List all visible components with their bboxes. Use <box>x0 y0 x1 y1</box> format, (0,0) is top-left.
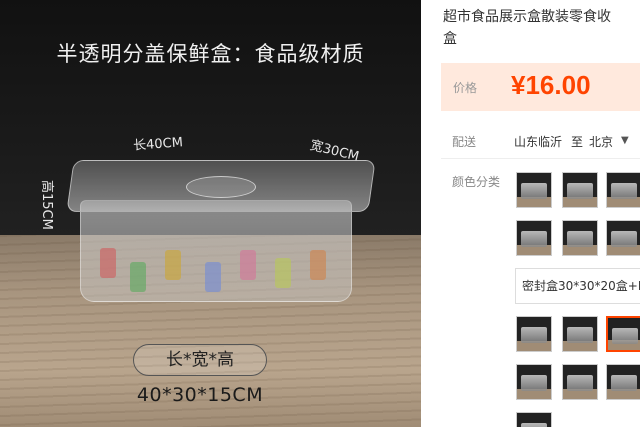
color-swatch[interactable] <box>516 316 552 352</box>
product-main-image[interactable]: 半透明分盖保鲜盒：食品级材质 长40CM 宽30CM 高15CM 长*宽*高 4… <box>0 0 421 427</box>
product-info-panel: 超市食品展示盒散装零食收 盒 价格 ¥16.00 配送 山东临沂 至 北京 ▼ … <box>421 0 640 427</box>
color-swatch-selected[interactable] <box>606 316 640 352</box>
product-title: 超市食品展示盒散装零食收 <box>443 9 611 25</box>
candy-item <box>310 250 326 280</box>
divider <box>441 158 640 159</box>
color-swatch[interactable] <box>516 412 552 427</box>
candy-item <box>205 262 221 292</box>
dimension-height-label: 高15CM <box>39 180 54 230</box>
color-swatch[interactable] <box>606 172 640 208</box>
candy-item <box>240 250 256 280</box>
lid-handle <box>186 176 256 198</box>
candy-item <box>275 258 291 288</box>
color-swatch[interactable] <box>562 172 598 208</box>
shipping-label: 配送 <box>452 135 477 149</box>
price-label: 价格 <box>453 81 478 95</box>
candy-item <box>130 262 146 292</box>
color-swatch[interactable] <box>516 172 552 208</box>
price-box: 价格 ¥16.00 <box>441 63 640 111</box>
color-swatch[interactable] <box>562 220 598 256</box>
color-category-label: 颜色分类 <box>452 175 501 189</box>
dimension-value: 40*30*15CM <box>136 384 264 406</box>
image-headline: 半透明分盖保鲜盒：食品级材质 <box>56 42 365 66</box>
candy-item <box>165 250 181 280</box>
price-value: ¥16.00 <box>511 70 591 100</box>
color-swatch[interactable] <box>562 364 598 400</box>
ship-to-location[interactable]: 北京 <box>589 133 613 150</box>
selected-option-label[interactable]: 密封盒30*30*20盒+P <box>515 268 640 304</box>
color-swatch[interactable] <box>516 364 552 400</box>
caret-down-icon[interactable]: ▼ <box>621 135 629 146</box>
dimension-length-label: 长40CM <box>132 135 184 154</box>
dimension-formula: 长*宽*高 <box>133 344 267 376</box>
candy-item <box>100 248 116 278</box>
color-swatch[interactable] <box>562 316 598 352</box>
color-swatch[interactable] <box>516 220 552 256</box>
color-swatch[interactable] <box>606 364 640 400</box>
ship-to-prefix: 至 <box>571 135 584 149</box>
color-swatch[interactable] <box>606 220 640 256</box>
product-title-continued: 盒 <box>443 31 457 47</box>
ship-from-location: 山东临沂 <box>514 135 563 149</box>
